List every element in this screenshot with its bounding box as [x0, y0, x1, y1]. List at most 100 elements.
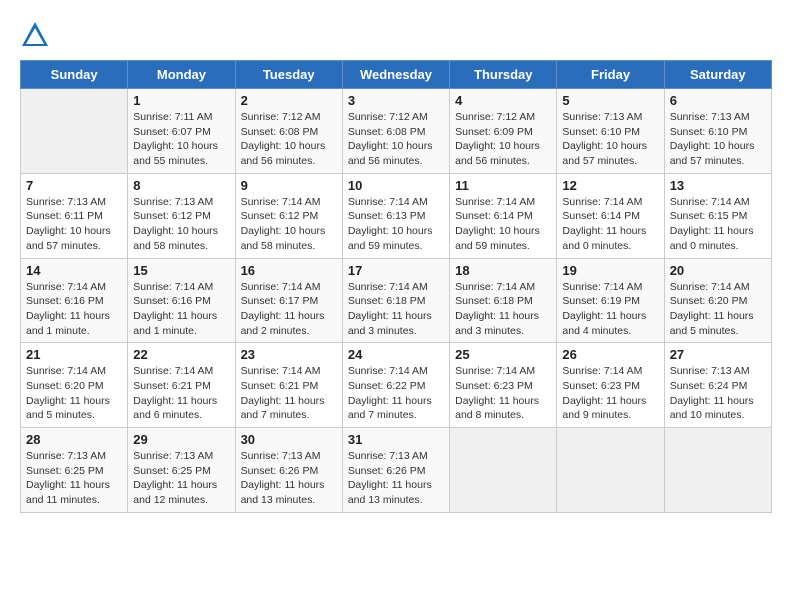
daylight-text: Daylight: 11 hours and 13 minutes. — [241, 479, 325, 506]
day-info: Sunrise: 7:14 AM Sunset: 6:23 PM Dayligh… — [562, 364, 658, 423]
sunrise-text: Sunrise: 7:14 AM — [455, 281, 535, 293]
weekday-monday: Monday — [128, 61, 235, 89]
sunset-text: Sunset: 6:10 PM — [670, 126, 748, 138]
daylight-text: Daylight: 10 hours and 57 minutes. — [26, 225, 111, 252]
calendar-day-cell: 24 Sunrise: 7:14 AM Sunset: 6:22 PM Dayl… — [342, 343, 449, 428]
sunset-text: Sunset: 6:18 PM — [348, 295, 426, 307]
day-number: 31 — [348, 432, 444, 447]
day-number: 9 — [241, 178, 337, 193]
sunset-text: Sunset: 6:20 PM — [26, 380, 104, 392]
day-number: 21 — [26, 347, 122, 362]
day-number: 16 — [241, 263, 337, 278]
day-info: Sunrise: 7:13 AM Sunset: 6:26 PM Dayligh… — [348, 449, 444, 508]
calendar-day-cell: 16 Sunrise: 7:14 AM Sunset: 6:17 PM Dayl… — [235, 258, 342, 343]
calendar-day-cell: 1 Sunrise: 7:11 AM Sunset: 6:07 PM Dayli… — [128, 89, 235, 174]
day-number: 12 — [562, 178, 658, 193]
day-number: 8 — [133, 178, 229, 193]
sunrise-text: Sunrise: 7:14 AM — [670, 196, 750, 208]
daylight-text: Daylight: 11 hours and 0 minutes. — [670, 225, 754, 252]
logo-icon — [20, 20, 50, 50]
daylight-text: Daylight: 11 hours and 13 minutes. — [348, 479, 432, 506]
day-number: 18 — [455, 263, 551, 278]
sunrise-text: Sunrise: 7:12 AM — [455, 111, 535, 123]
calendar-day-cell: 26 Sunrise: 7:14 AM Sunset: 6:23 PM Dayl… — [557, 343, 664, 428]
day-info: Sunrise: 7:12 AM Sunset: 6:08 PM Dayligh… — [348, 110, 444, 169]
sunset-text: Sunset: 6:12 PM — [133, 210, 211, 222]
daylight-text: Daylight: 10 hours and 55 minutes. — [133, 140, 218, 167]
sunrise-text: Sunrise: 7:14 AM — [26, 365, 106, 377]
day-number: 19 — [562, 263, 658, 278]
calendar-table: SundayMondayTuesdayWednesdayThursdayFrid… — [20, 60, 772, 513]
daylight-text: Daylight: 10 hours and 56 minutes. — [241, 140, 326, 167]
calendar-day-cell: 30 Sunrise: 7:13 AM Sunset: 6:26 PM Dayl… — [235, 428, 342, 513]
sunset-text: Sunset: 6:07 PM — [133, 126, 211, 138]
daylight-text: Daylight: 11 hours and 12 minutes. — [133, 479, 217, 506]
calendar-day-cell: 2 Sunrise: 7:12 AM Sunset: 6:08 PM Dayli… — [235, 89, 342, 174]
day-number: 6 — [670, 93, 766, 108]
sunset-text: Sunset: 6:24 PM — [670, 380, 748, 392]
day-number: 1 — [133, 93, 229, 108]
sunset-text: Sunset: 6:13 PM — [348, 210, 426, 222]
daylight-text: Daylight: 11 hours and 10 minutes. — [670, 395, 754, 422]
sunrise-text: Sunrise: 7:14 AM — [348, 281, 428, 293]
day-number: 27 — [670, 347, 766, 362]
calendar-day-cell: 12 Sunrise: 7:14 AM Sunset: 6:14 PM Dayl… — [557, 173, 664, 258]
day-info: Sunrise: 7:14 AM Sunset: 6:21 PM Dayligh… — [241, 364, 337, 423]
daylight-text: Daylight: 11 hours and 5 minutes. — [670, 310, 754, 337]
sunset-text: Sunset: 6:20 PM — [670, 295, 748, 307]
day-number: 20 — [670, 263, 766, 278]
daylight-text: Daylight: 11 hours and 5 minutes. — [26, 395, 110, 422]
calendar-body: 1 Sunrise: 7:11 AM Sunset: 6:07 PM Dayli… — [21, 89, 772, 513]
day-info: Sunrise: 7:14 AM Sunset: 6:15 PM Dayligh… — [670, 195, 766, 254]
daylight-text: Daylight: 10 hours and 58 minutes. — [133, 225, 218, 252]
daylight-text: Daylight: 11 hours and 1 minute. — [26, 310, 110, 337]
day-number: 7 — [26, 178, 122, 193]
day-info: Sunrise: 7:14 AM Sunset: 6:12 PM Dayligh… — [241, 195, 337, 254]
sunrise-text: Sunrise: 7:14 AM — [348, 196, 428, 208]
daylight-text: Daylight: 11 hours and 3 minutes. — [348, 310, 432, 337]
sunrise-text: Sunrise: 7:14 AM — [26, 281, 106, 293]
calendar-week-row: 28 Sunrise: 7:13 AM Sunset: 6:25 PM Dayl… — [21, 428, 772, 513]
day-info: Sunrise: 7:14 AM Sunset: 6:20 PM Dayligh… — [26, 364, 122, 423]
day-info: Sunrise: 7:13 AM Sunset: 6:11 PM Dayligh… — [26, 195, 122, 254]
sunrise-text: Sunrise: 7:13 AM — [133, 196, 213, 208]
day-number: 29 — [133, 432, 229, 447]
calendar-day-cell: 23 Sunrise: 7:14 AM Sunset: 6:21 PM Dayl… — [235, 343, 342, 428]
calendar-day-cell: 18 Sunrise: 7:14 AM Sunset: 6:18 PM Dayl… — [450, 258, 557, 343]
day-info: Sunrise: 7:14 AM Sunset: 6:16 PM Dayligh… — [133, 280, 229, 339]
page-header — [20, 20, 772, 50]
calendar-day-cell: 29 Sunrise: 7:13 AM Sunset: 6:25 PM Dayl… — [128, 428, 235, 513]
weekday-sunday: Sunday — [21, 61, 128, 89]
calendar-day-cell — [21, 89, 128, 174]
calendar-day-cell: 13 Sunrise: 7:14 AM Sunset: 6:15 PM Dayl… — [664, 173, 771, 258]
sunrise-text: Sunrise: 7:14 AM — [455, 196, 535, 208]
calendar-day-cell — [557, 428, 664, 513]
calendar-day-cell — [664, 428, 771, 513]
day-info: Sunrise: 7:14 AM Sunset: 6:13 PM Dayligh… — [348, 195, 444, 254]
calendar-day-cell: 22 Sunrise: 7:14 AM Sunset: 6:21 PM Dayl… — [128, 343, 235, 428]
sunset-text: Sunset: 6:26 PM — [348, 465, 426, 477]
day-number: 3 — [348, 93, 444, 108]
day-info: Sunrise: 7:14 AM Sunset: 6:16 PM Dayligh… — [26, 280, 122, 339]
day-info: Sunrise: 7:14 AM Sunset: 6:14 PM Dayligh… — [562, 195, 658, 254]
day-info: Sunrise: 7:11 AM Sunset: 6:07 PM Dayligh… — [133, 110, 229, 169]
daylight-text: Daylight: 10 hours and 56 minutes. — [348, 140, 433, 167]
sunrise-text: Sunrise: 7:13 AM — [670, 365, 750, 377]
sunset-text: Sunset: 6:23 PM — [562, 380, 640, 392]
sunrise-text: Sunrise: 7:14 AM — [241, 365, 321, 377]
calendar-day-cell: 14 Sunrise: 7:14 AM Sunset: 6:16 PM Dayl… — [21, 258, 128, 343]
day-info: Sunrise: 7:13 AM Sunset: 6:25 PM Dayligh… — [133, 449, 229, 508]
weekday-row: SundayMondayTuesdayWednesdayThursdayFrid… — [21, 61, 772, 89]
sunrise-text: Sunrise: 7:14 AM — [241, 281, 321, 293]
day-info: Sunrise: 7:13 AM Sunset: 6:10 PM Dayligh… — [670, 110, 766, 169]
calendar-day-cell: 8 Sunrise: 7:13 AM Sunset: 6:12 PM Dayli… — [128, 173, 235, 258]
calendar-day-cell: 27 Sunrise: 7:13 AM Sunset: 6:24 PM Dayl… — [664, 343, 771, 428]
calendar-day-cell: 25 Sunrise: 7:14 AM Sunset: 6:23 PM Dayl… — [450, 343, 557, 428]
sunrise-text: Sunrise: 7:14 AM — [670, 281, 750, 293]
day-number: 10 — [348, 178, 444, 193]
weekday-friday: Friday — [557, 61, 664, 89]
sunrise-text: Sunrise: 7:13 AM — [562, 111, 642, 123]
calendar-day-cell: 7 Sunrise: 7:13 AM Sunset: 6:11 PM Dayli… — [21, 173, 128, 258]
day-number: 30 — [241, 432, 337, 447]
sunrise-text: Sunrise: 7:14 AM — [133, 365, 213, 377]
